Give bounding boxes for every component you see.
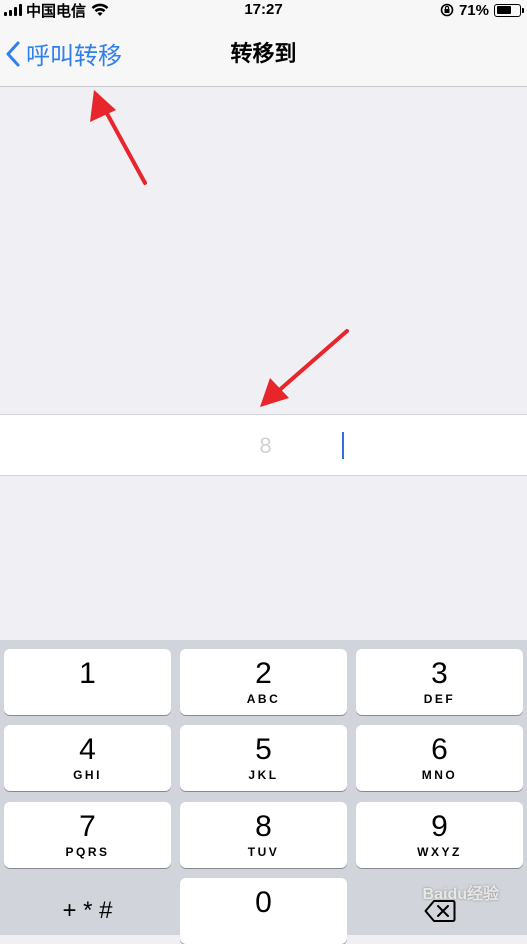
watermark-logo: Baidu经验: [422, 886, 499, 903]
key-2[interactable]: 2 ABC: [180, 649, 347, 715]
redacted-number-blur: [172, 423, 337, 469]
key-4[interactable]: 4 GHI: [4, 725, 171, 791]
forward-number-row: [0, 414, 527, 477]
key-8[interactable]: 8 TUV: [180, 802, 347, 868]
key-0[interactable]: 0: [180, 878, 347, 944]
text-cursor: [342, 432, 344, 459]
battery-icon: [494, 3, 524, 17]
battery-percent: 71%: [458, 1, 489, 19]
orientation-lock-icon: [440, 3, 454, 17]
navigation-bar: 呼叫转移 转移到: [0, 20, 527, 87]
key-9[interactable]: 9 WXYZ: [356, 802, 523, 868]
key-5[interactable]: 5 JKL: [180, 725, 347, 791]
key-3[interactable]: 3 DEF: [356, 649, 523, 715]
key-6[interactable]: 6 MNO: [356, 725, 523, 791]
page-title: 转移到: [230, 41, 297, 66]
symbols-key[interactable]: + * #: [4, 878, 171, 944]
key-7[interactable]: 7 PQRS: [4, 802, 171, 868]
key-1[interactable]: 1: [4, 649, 171, 715]
status-bar: 中国电信 17:27 71%: [0, 0, 527, 20]
